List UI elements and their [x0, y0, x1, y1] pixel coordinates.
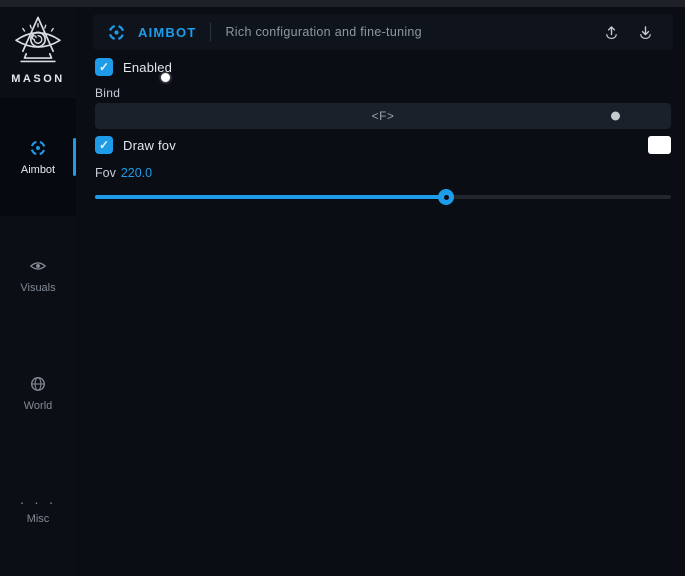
crosshair-icon [29, 139, 47, 157]
draw-fov-label: Draw fov [123, 138, 176, 153]
sidebar-item-aimbot[interactable]: Aimbot [0, 98, 76, 216]
fov-label: Fov [95, 166, 116, 180]
sidebar: MASON Aimbot Visuals [0, 7, 76, 576]
bind-value: <F> [372, 109, 395, 123]
content-panel: AIMBOT Rich configuration and fine-tunin… [76, 7, 685, 576]
draw-fov-checkbox[interactable]: ✓ [95, 136, 113, 154]
sidebar-item-world[interactable]: World [0, 334, 76, 452]
sidebar-item-label: World [24, 400, 53, 412]
fov-value: 220.0 [121, 166, 152, 180]
crosshair-icon [107, 23, 126, 42]
checkmark-icon: ✓ [99, 138, 109, 152]
mason-menu-window: MASON Aimbot Visuals [0, 0, 685, 576]
draw-fov-row: ✓ Draw fov [95, 136, 176, 154]
fov-color-swatch[interactable] [648, 136, 671, 154]
upload-config-button[interactable] [599, 20, 623, 44]
download-config-button[interactable] [633, 20, 657, 44]
checkmark-icon: ✓ [99, 60, 109, 74]
sidebar-item-misc[interactable]: · · · Misc [0, 452, 76, 570]
globe-icon [29, 375, 47, 393]
sidebar-item-label: Misc [27, 513, 50, 525]
fov-value-row: Fov 220.0 [95, 166, 152, 180]
sidebar-item-visuals[interactable]: Visuals [0, 216, 76, 334]
mouse-cursor-dot [161, 73, 170, 82]
ellipsis-icon: · · · [20, 498, 57, 506]
bind-input[interactable]: <F> [95, 103, 671, 129]
mason-eye-pyramid-logo-icon [12, 15, 64, 69]
fov-slider-thumb[interactable] [438, 189, 454, 205]
fov-slider-fill [95, 195, 446, 199]
logo-text: MASON [11, 73, 64, 85]
fov-slider[interactable] [95, 189, 671, 205]
page-header: AIMBOT Rich configuration and fine-tunin… [93, 14, 673, 50]
enabled-row: ✓ Enabled [95, 58, 172, 76]
page-subtitle: Rich configuration and fine-tuning [225, 25, 421, 39]
window-top-strip [0, 0, 685, 7]
enabled-checkbox[interactable]: ✓ [95, 58, 113, 76]
bind-label: Bind [95, 86, 120, 100]
bind-dot [611, 112, 620, 121]
mason-logo: MASON [0, 15, 76, 85]
page-title: AIMBOT [138, 25, 196, 40]
eye-icon [29, 257, 47, 275]
sidebar-item-label: Aimbot [21, 164, 55, 176]
sidebar-item-label: Visuals [20, 282, 55, 294]
divider [210, 23, 211, 41]
